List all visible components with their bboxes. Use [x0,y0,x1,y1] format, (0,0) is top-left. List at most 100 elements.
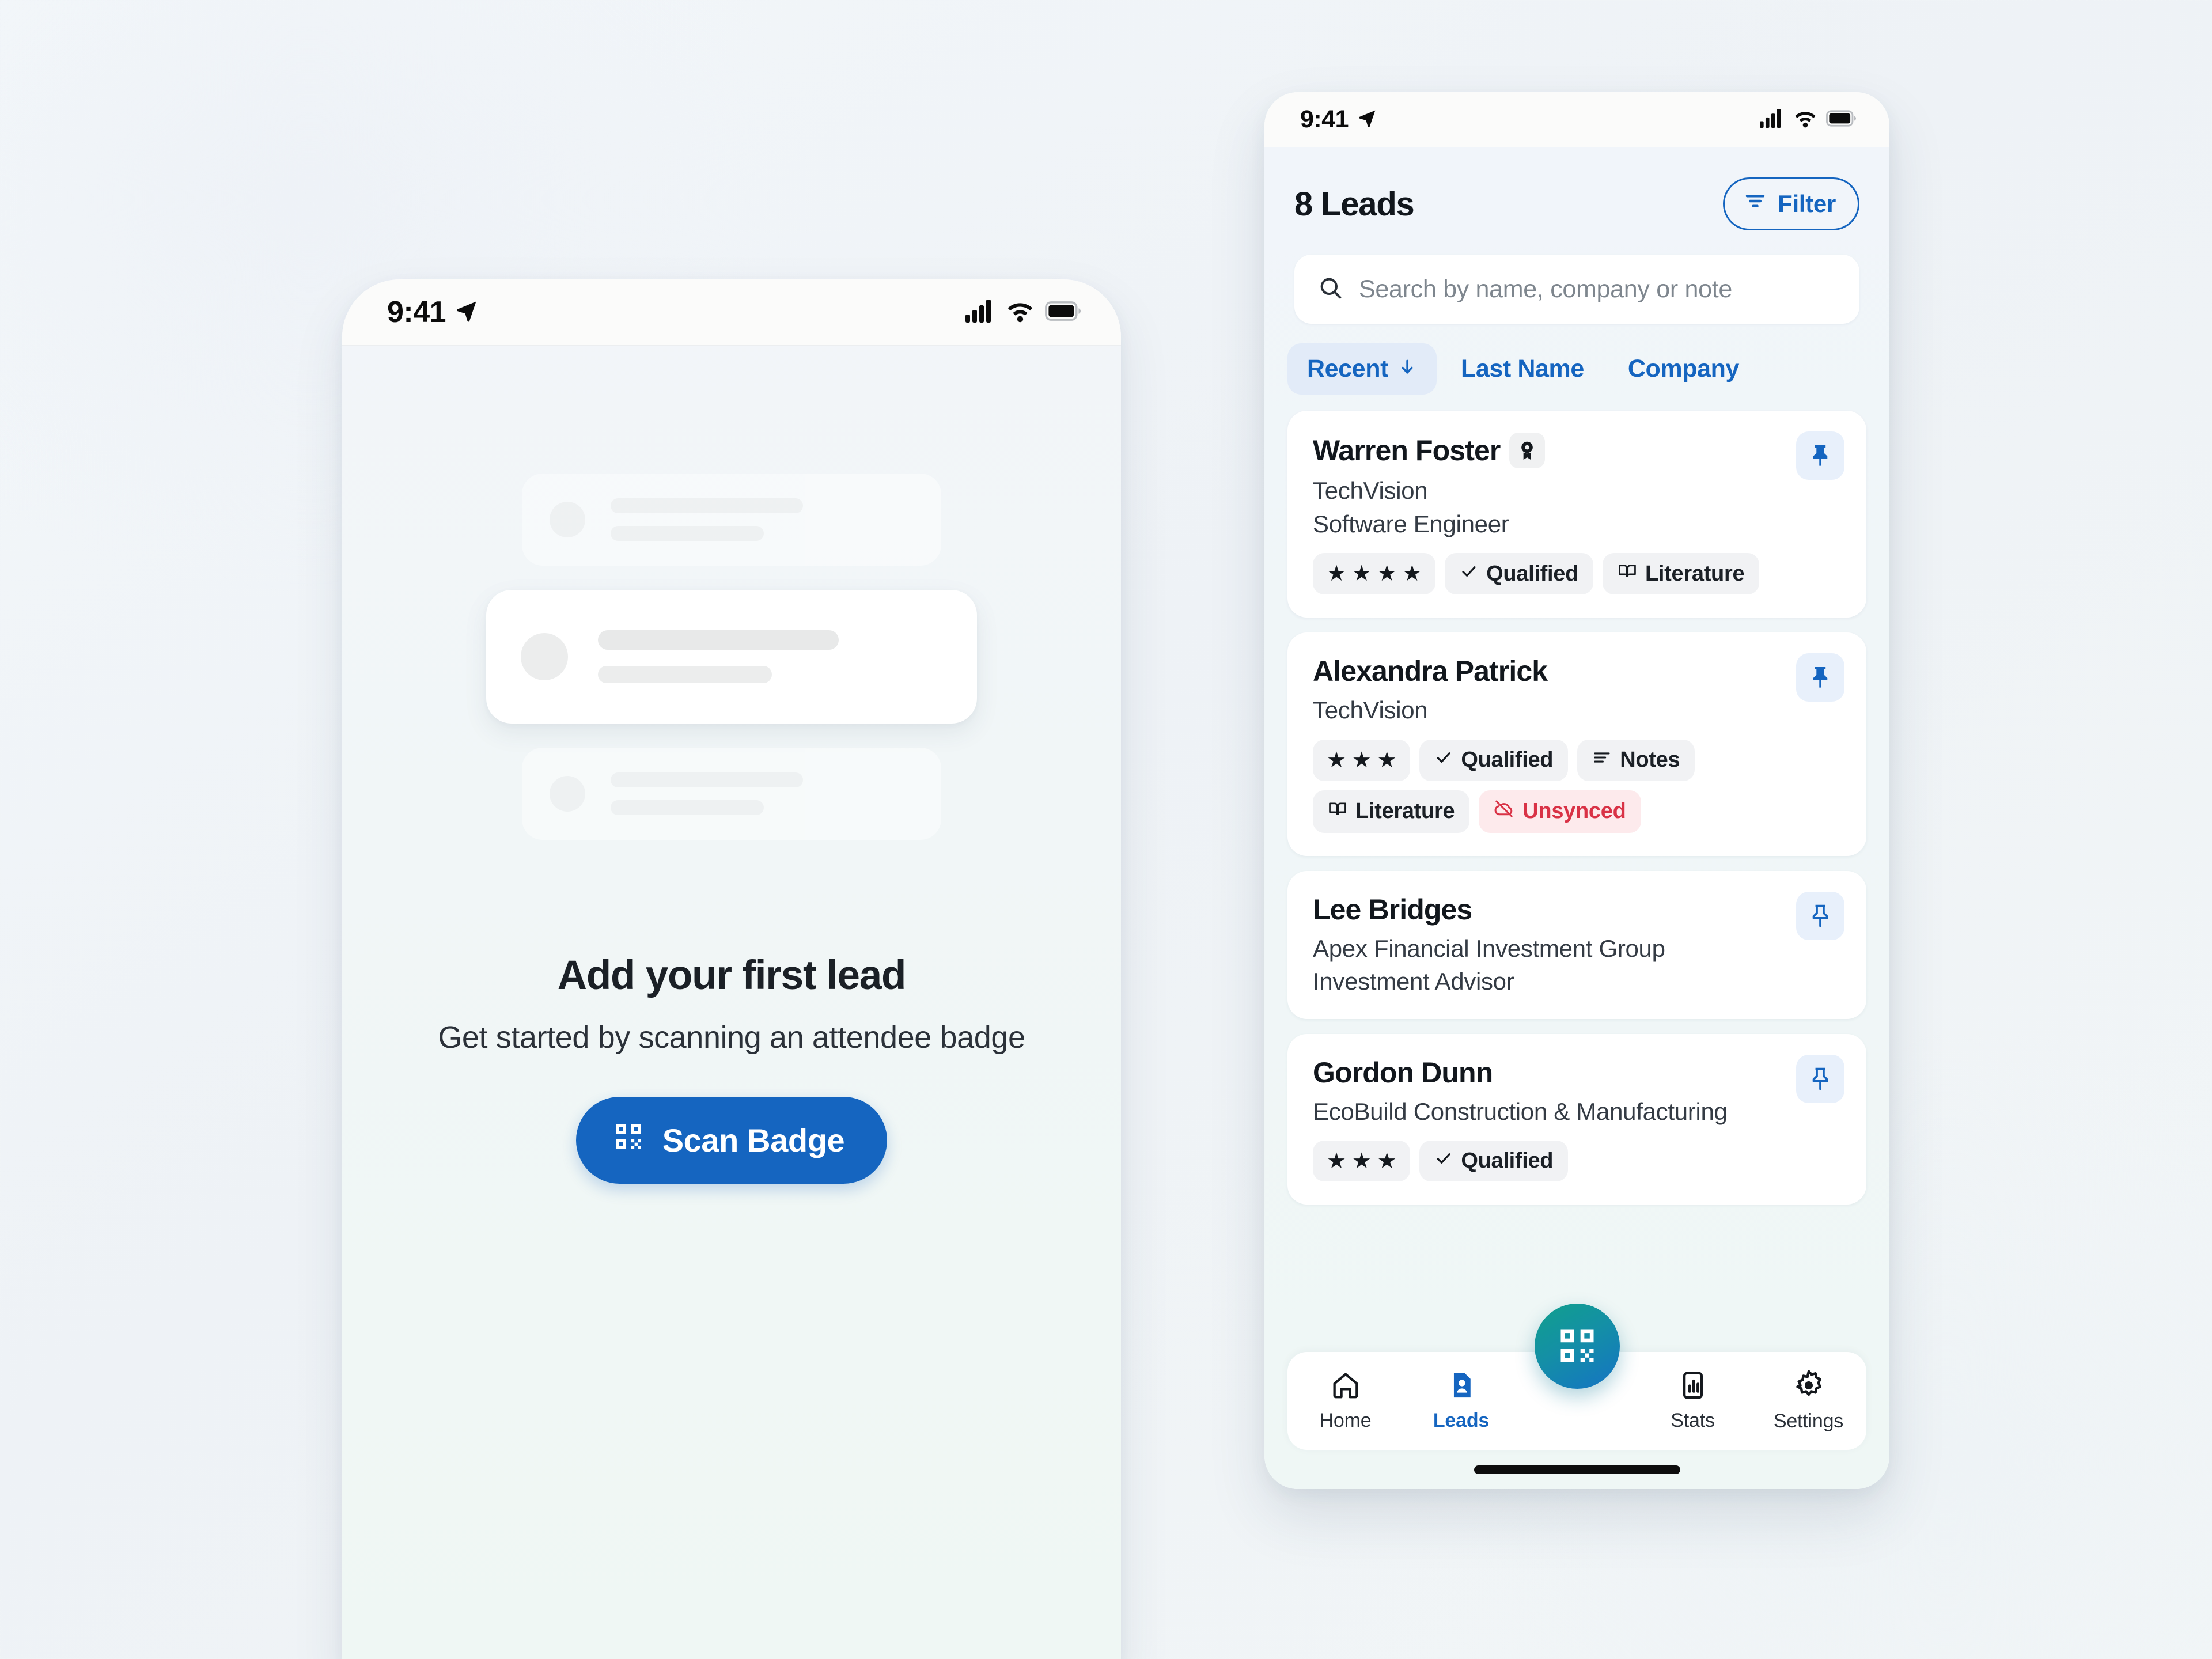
skeleton-card [522,474,941,566]
status-bar-left: 9:41 [387,295,479,329]
empty-state-screen: 9:41 Add your first lead Get started by … [342,279,1121,1659]
empty-state-body: Add your first lead Get started by scann… [342,346,1121,1659]
status-chip-unsynced: Unsynced [1479,790,1641,833]
status-bar-right [965,299,1081,325]
status-chip-qualified: Qualified [1419,1141,1569,1182]
pin-button-pinned[interactable] [1796,653,1844,702]
lead-name: Lee Bridges [1313,893,1472,926]
sort-tab-label: Recent [1307,355,1388,382]
status-bar: 9:41 [342,279,1121,346]
pin-outline-icon [1812,1067,1828,1090]
chip-label: Qualified [1486,561,1579,586]
status-chip-qualified: Qualified [1419,739,1569,781]
empty-state-subtitle: Get started by scanning an attendee badg… [438,1020,1025,1055]
star-rating-chip: ★ ★ ★ [1313,1141,1411,1182]
leads-count-title: 8 Leads [1294,185,1415,223]
filter-button-label: Filter [1778,190,1836,217]
status-chip-notes: Notes [1577,739,1695,781]
search-input[interactable] [1359,275,1836,304]
status-chip-qualified: Qualified [1445,553,1594,595]
skeleton-avatar [550,502,585,537]
location-arrow-icon [454,298,479,327]
tab-label: Leads [1433,1410,1490,1431]
lead-chip-row: ★ ★ ★ Qualified [1313,739,1842,833]
check-icon [1460,562,1478,586]
book-icon [1618,561,1637,586]
lead-name-row: Lee Bridges [1313,893,1842,926]
tab-home[interactable]: Home [1287,1370,1403,1432]
scan-badge-label: Scan Badge [662,1122,845,1158]
contact-card-icon [1446,1370,1477,1403]
status-chip-literature: Literature [1313,790,1470,833]
star-rating-chip: ★ ★ ★ [1313,739,1411,781]
phone-empty-state: 9:41 Add your first lead Get started by … [342,279,1121,1659]
phone-leads-list: 9:41 8 Leads Filter Search by name, comp… [1264,92,1889,1489]
tab-label: Settings [1773,1410,1844,1432]
pin-button-unpinned[interactable] [1796,1054,1844,1103]
skeleton-card-highlighted [486,590,977,724]
battery-icon [1826,109,1856,130]
check-icon [1434,1149,1453,1173]
sort-tab-label: Last Name [1460,355,1584,382]
lead-company: TechVision [1313,477,1428,504]
chip-label: Notes [1620,748,1680,772]
lead-name: Gordon Dunn [1313,1056,1493,1089]
lead-name-row: Gordon Dunn [1313,1056,1842,1089]
pin-button-pinned[interactable] [1796,431,1844,480]
skeleton-avatar [550,776,585,812]
book-icon [1328,799,1347,824]
skeleton-line [611,800,764,815]
lead-name-row: Alexandra Patrick [1313,654,1842,688]
skeleton-line [611,526,764,541]
skeleton-lines [598,630,839,683]
empty-state-title: Add your first lead [557,953,907,998]
filter-button[interactable]: Filter [1723,177,1859,230]
lead-name: Warren Foster [1313,434,1501,467]
lead-chip-row: ★ ★ ★ Qualified [1313,1141,1842,1182]
pin-filled-icon [1813,445,1828,466]
sort-tab-company[interactable]: Company [1608,343,1759,395]
arrow-down-icon [1397,355,1417,383]
wifi-icon [1006,300,1035,325]
notes-lines-icon [1592,748,1612,773]
skeleton-placeholder-stack [342,474,1121,840]
search-field[interactable] [1294,255,1859,324]
search-icon [1317,275,1344,304]
status-bar-time: 9:41 [387,296,446,329]
lead-job-title: Investment Advisor [1313,968,1514,995]
sort-tab-recent[interactable]: Recent [1287,343,1437,395]
star-icon: ★ [1327,748,1346,772]
pin-outline-icon [1812,904,1828,927]
leads-header: 8 Leads Filter [1264,147,1889,230]
bottom-tab-bar-wrap: Home Leads Stats Settings [1264,1304,1889,1450]
cellular-signal-icon [1760,108,1785,131]
sort-tab-label: Company [1627,355,1740,382]
skeleton-line [611,498,803,513]
gear-icon [1793,1369,1825,1403]
skeleton-lines [611,772,803,815]
lead-card[interactable]: Lee Bridges Apex Financial Investment Gr… [1287,870,1866,1019]
lead-card[interactable]: Alexandra Patrick TechVision ★ ★ ★ Quali… [1287,632,1866,856]
bottom-tab-bar: Home Leads Stats Settings [1287,1304,1866,1450]
lead-card[interactable]: Gordon Dunn EcoBuild Construction & Manu… [1287,1033,1866,1205]
star-icon: ★ [1351,748,1372,772]
lead-card[interactable]: Warren Foster TechVision Software Engine… [1287,411,1866,618]
home-indicator [1474,1465,1680,1474]
scan-qr-fab-button[interactable] [1534,1304,1620,1389]
qr-code-icon [1555,1324,1599,1369]
pin-button-unpinned[interactable] [1796,891,1844,940]
scan-badge-button[interactable]: Scan Badge [575,1097,888,1184]
star-rating-chip: ★ ★ ★ ★ [1313,553,1436,595]
tab-settings[interactable]: Settings [1751,1369,1866,1433]
tab-leads[interactable]: Leads [1403,1370,1519,1432]
star-icon: ★ [1351,1149,1372,1173]
chip-label: Qualified [1461,1149,1554,1173]
check-icon [1434,748,1453,772]
tab-stats[interactable]: Stats [1635,1370,1751,1432]
sort-tab-last-name[interactable]: Last Name [1441,343,1604,395]
skeleton-lines [611,498,803,541]
skeleton-line [598,666,772,683]
star-icon: ★ [1377,748,1397,772]
status-bar: 9:41 [1264,92,1889,147]
lead-company: Apex Financial Investment Group [1313,934,1665,962]
